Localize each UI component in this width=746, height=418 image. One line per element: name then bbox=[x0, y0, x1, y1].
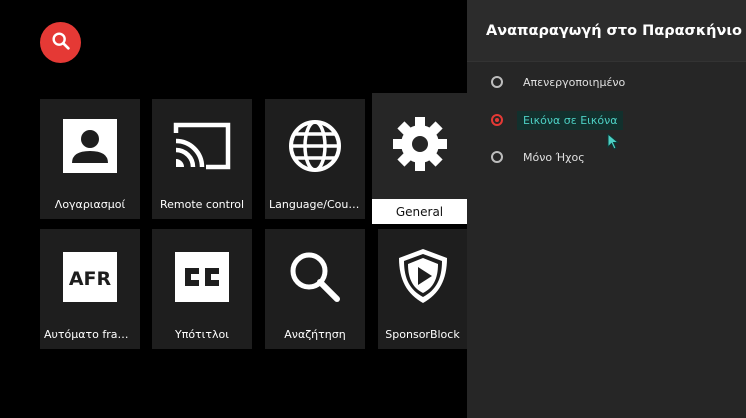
tile-language-country[interactable]: Language/Country bbox=[265, 99, 365, 219]
tile-subtitles[interactable]: Υπότιτλοι bbox=[152, 229, 252, 349]
tile-search[interactable]: Αναζήτηση bbox=[265, 229, 365, 349]
tile-sponsorblock[interactable]: SponsorBlock bbox=[378, 229, 467, 349]
tile-label: Αναζήτηση bbox=[284, 328, 346, 341]
mouse-cursor-icon bbox=[607, 132, 621, 155]
option-picture-in-picture[interactable]: Εικόνα σε Εικόνα bbox=[467, 108, 746, 132]
svg-text:AFR: AFR bbox=[69, 268, 112, 290]
tile-label: Λογαριασμοί bbox=[54, 198, 126, 211]
tile-label: Language/Country bbox=[269, 198, 361, 211]
radio-button[interactable] bbox=[491, 76, 503, 88]
panel-title: Αναπαραγωγή στο Παρασκήνιο bbox=[467, 0, 746, 62]
globe-icon bbox=[265, 118, 365, 174]
closed-captions-icon bbox=[152, 251, 252, 303]
radio-button-selected[interactable] bbox=[491, 114, 503, 126]
tile-auto-frame-rate[interactable]: AFR Αυτόματο frame… bbox=[40, 229, 140, 349]
search-icon bbox=[50, 30, 72, 56]
tile-label: Υπότιτλοι bbox=[174, 328, 229, 341]
afr-icon: AFR bbox=[40, 251, 140, 303]
option-label: Εικόνα σε Εικόνα bbox=[517, 110, 624, 130]
radio-button[interactable] bbox=[491, 151, 503, 163]
account-icon bbox=[40, 118, 140, 174]
cast-icon bbox=[152, 121, 252, 171]
tile-label: General bbox=[372, 199, 467, 224]
option-disabled[interactable]: Απενεργοποιημένο bbox=[467, 70, 746, 94]
tile-accounts[interactable]: Λογαριασμοί bbox=[40, 99, 140, 219]
tile-remote-control[interactable]: Remote control bbox=[152, 99, 252, 219]
gear-icon bbox=[372, 115, 467, 173]
tile-general[interactable]: General bbox=[372, 93, 467, 224]
search-icon bbox=[265, 249, 365, 305]
search-button[interactable] bbox=[40, 22, 81, 63]
tile-label: Αυτόματο frame… bbox=[44, 328, 136, 341]
option-label: Μόνο Ήχος bbox=[523, 150, 585, 164]
tile-label: SponsorBlock bbox=[385, 328, 460, 341]
option-label: Απενεργοποιημένο bbox=[523, 75, 626, 89]
sponsorblock-shield-icon bbox=[378, 246, 467, 306]
background-playback-panel: Αναπαραγωγή στο Παρασκήνιο Απενεργοποιημ… bbox=[467, 0, 746, 418]
tile-label: Remote control bbox=[159, 198, 245, 211]
